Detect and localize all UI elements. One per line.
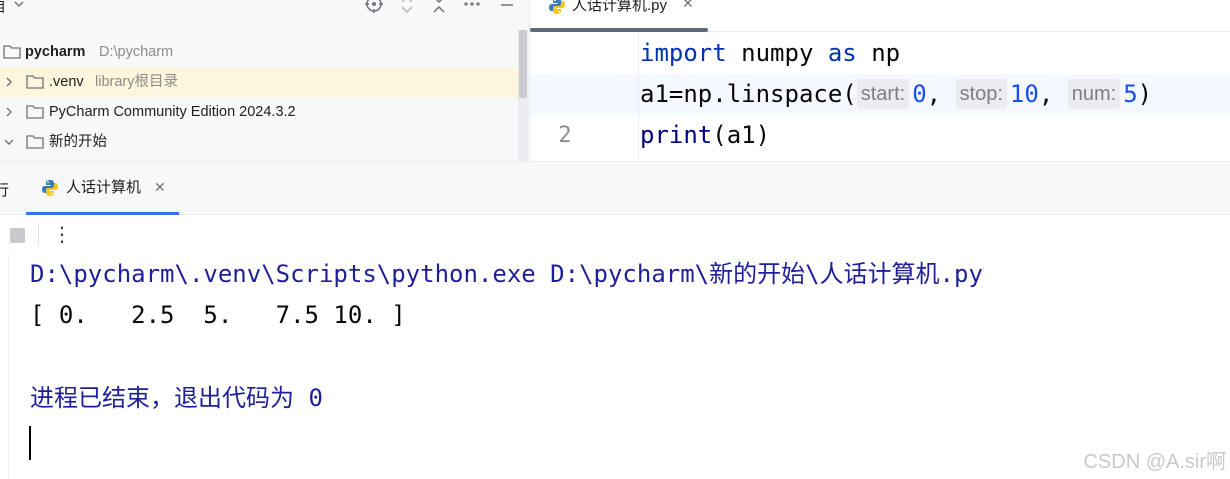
run-tab-label-previous[interactable]: 行 (0, 179, 9, 200)
locate-icon[interactable] (364, 0, 384, 14)
project-title[interactable]: 目 (0, 0, 6, 14)
console-command-line[interactable]: D:\pycharm\.venv\Scripts\python.exe D:\p… (30, 254, 983, 295)
tree-item-new-start[interactable]: 新的开始 (0, 127, 518, 157)
keyword-as: as (827, 39, 857, 67)
more-vertical-icon[interactable]: ⋮ (52, 220, 72, 250)
chevron-down-icon[interactable] (12, 0, 26, 11)
console-output[interactable]: D:\pycharm\.venv\Scripts\python.exe D:\p… (0, 255, 1230, 479)
tree-item-label: 新的开始 (49, 134, 107, 150)
project-header: 目 (0, 0, 530, 26)
keyword-import: import (640, 39, 727, 67)
module-name: numpy (726, 39, 828, 67)
watermark: CSDN @A.sir啊 (1083, 451, 1226, 473)
alias-name: np (856, 39, 901, 67)
tree-item-label: PyCharm Community Edition 2024.3.2 (49, 104, 296, 120)
code-suffix: ) (1137, 80, 1153, 108)
project-pane: 目 pycharm D:\pycharm (0, 0, 530, 161)
function-print: print (640, 121, 713, 149)
folder-icon (3, 45, 21, 59)
close-icon[interactable]: ✕ (154, 179, 166, 196)
tree-item-pycharm-community[interactable]: PyCharm Community Edition 2024.3.2 (0, 97, 518, 127)
folder-icon (26, 135, 44, 149)
chevron-right-icon[interactable] (3, 76, 15, 88)
expand-all-icon[interactable] (397, 0, 417, 14)
console-exit-line: 进程已结束，退出代码为 0 (30, 384, 323, 412)
editor-tab-label: 人话计算机.py (572, 0, 668, 14)
minimize-icon[interactable] (497, 0, 517, 14)
run-tabs: 行 人话计算机 ✕ (0, 162, 1230, 215)
tree-item-hint: library根目录 (95, 74, 178, 90)
code-line-3[interactable]: 3 print(a1) (530, 115, 1230, 156)
python-file-icon (42, 180, 58, 196)
run-tab-label: 人话计算机 (66, 179, 142, 196)
code-prefix: a1=np.linspace( (640, 80, 857, 108)
more-icon[interactable] (462, 0, 482, 14)
collapse-all-icon[interactable] (429, 0, 449, 14)
tree-item-pycharm[interactable]: pycharm D:\pycharm (0, 37, 518, 67)
code-line-1[interactable]: 1 import numpy as np (530, 33, 1230, 107)
gutter-divider (638, 32, 639, 161)
run-tab[interactable]: 人话计算机 ✕ (26, 162, 179, 215)
arg-stop-value: 10 (1009, 80, 1039, 108)
project-scrollbar[interactable] (518, 30, 528, 161)
folder-icon (26, 75, 44, 89)
code-line-2[interactable]: 2 a1=np.linspace(start: 0, stop: 10, num: 5… (530, 74, 1230, 148)
tree-item-path: D:\pycharm (99, 44, 174, 60)
run-toolbar: ⋮ (0, 215, 1230, 255)
inlay-hint-stop: stop: (955, 79, 1007, 109)
code-text: import numpy as np (640, 33, 900, 74)
call-args: (a1) (712, 121, 771, 149)
code-text: print(a1) (640, 115, 770, 156)
inlay-hint-start: start: (856, 79, 910, 109)
inlay-hint-num: num: (1067, 79, 1121, 109)
close-icon[interactable]: ✕ (682, 0, 694, 12)
chevron-right-icon[interactable] (3, 106, 15, 118)
arg-start-value: 0 (912, 80, 927, 108)
tree-item-venv[interactable]: .venv library根目录 (0, 67, 518, 97)
tree-item-label: pycharm (25, 44, 86, 60)
editor-tab-active-indicator (530, 28, 708, 32)
run-tool-window: 行 人话计算机 ✕ ⋮ D:\pycharm\.venv\Scripts\pyt… (0, 161, 1230, 479)
chevron-down-icon[interactable] (3, 136, 15, 148)
code-text: a1=np.linspace(start: 0, stop: 10, num: 5) (640, 74, 1152, 115)
text-cursor (29, 426, 31, 460)
python-file-icon (549, 0, 565, 14)
toolbar-separator (38, 224, 39, 246)
stop-icon[interactable] (10, 228, 25, 243)
comma: , (926, 80, 942, 108)
console-gutter (8, 255, 9, 479)
editor[interactable]: 人话计算机.py ✕ 1 import numpy as np 2 a1=np.… (530, 0, 1230, 161)
tree-item-label: .venv (49, 74, 84, 90)
comma: , (1038, 80, 1054, 108)
folder-icon (26, 105, 44, 119)
arg-num-value: 5 (1123, 80, 1138, 108)
console-output-line: [ 0. 2.5 5. 7.5 10. ] (30, 301, 406, 329)
scrollbar-thumb[interactable] (519, 30, 527, 98)
